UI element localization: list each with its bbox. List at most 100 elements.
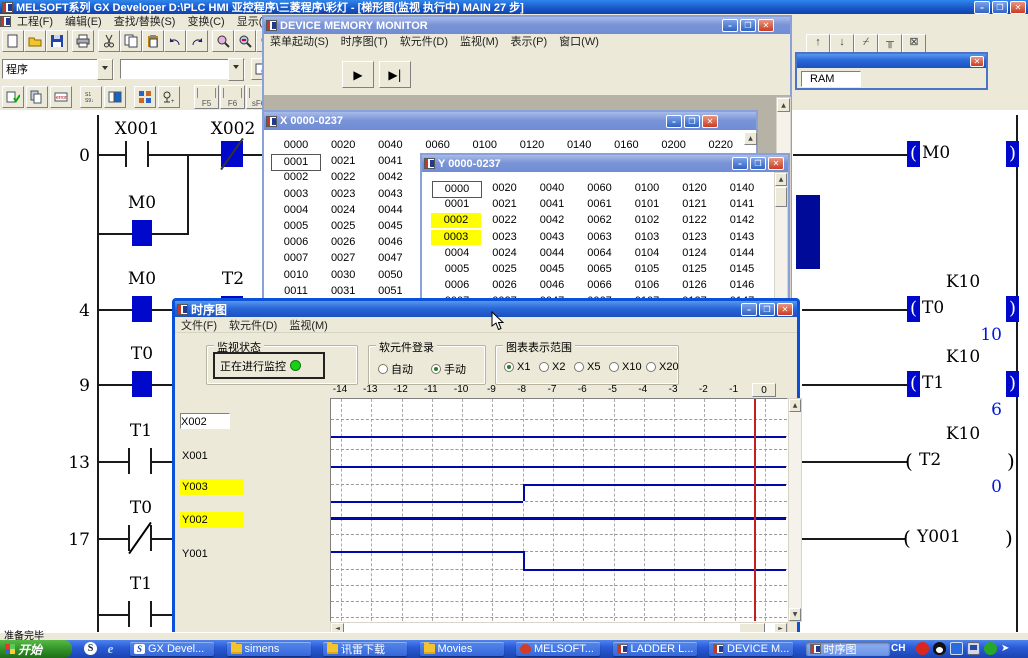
program-check-icon[interactable] [2, 86, 24, 108]
y-device-cell[interactable]: 0161 [767, 197, 775, 212]
x-device-cell[interactable]: 0047 [367, 251, 413, 266]
ladder-symbol-button-open-contact[interactable]: F5 [194, 85, 219, 109]
y-device-cell[interactable]: 0163 [767, 230, 775, 245]
y-device-cell[interactable]: 0003 [431, 230, 481, 245]
new-icon[interactable] [2, 30, 24, 52]
x-device-cell[interactable]: 0060 [415, 138, 461, 153]
close-button[interactable]: ✕ [1010, 1, 1026, 14]
radio-auto[interactable]: 自动 [378, 361, 413, 377]
y-device-cell[interactable]: 0045 [529, 262, 575, 277]
y-device-cell[interactable]: 0022 [482, 213, 528, 228]
y-device-cell[interactable]: 0124 [672, 246, 718, 261]
y-window-titlebar[interactable]: Y 0000-0237 – ❒ ✕ [422, 155, 788, 172]
timing-menu-monitor[interactable]: 监视(M) [283, 316, 334, 334]
scroll-up-icon[interactable]: ▲ [789, 399, 801, 412]
scroll-up-icon[interactable]: ▲ [777, 98, 790, 112]
x-device-cell[interactable]: 0120 [509, 138, 555, 153]
x-device-cell[interactable]: 0042 [367, 170, 413, 185]
y-device-cell[interactable]: 0125 [672, 262, 718, 277]
x-device-cell[interactable]: 0010 [273, 268, 319, 283]
minimize-button[interactable]: – [732, 157, 748, 170]
maximize-button[interactable]: ❒ [992, 1, 1008, 14]
y-device-cell[interactable]: 0060 [577, 181, 623, 196]
maximize-button[interactable]: ❒ [740, 19, 756, 32]
signal-label[interactable]: Y001 [182, 546, 208, 562]
y-device-cell[interactable]: 0142 [719, 213, 765, 228]
device-test-icon[interactable]: + [158, 86, 180, 108]
find-instruction-icon[interactable] [234, 30, 256, 52]
y-device-cell[interactable]: 0103 [624, 230, 670, 245]
open-folder-icon[interactable] [24, 30, 46, 52]
y-device-cell[interactable]: 0004 [434, 246, 480, 261]
taskbar-button-1[interactable]: SGX Devel... [130, 642, 214, 656]
y-device-cell[interactable]: 0040 [529, 181, 575, 196]
maximize-button[interactable]: ❒ [684, 115, 700, 128]
paste-icon[interactable] [142, 30, 164, 52]
radio-x5[interactable]: X5 [574, 361, 600, 373]
y-device-cell[interactable]: 0122 [672, 213, 718, 228]
x-device-cell[interactable]: 0220 [698, 138, 744, 153]
scroll-down-icon[interactable]: ▼ [789, 608, 801, 621]
tray-pointer-icon[interactable]: ➤ [1001, 642, 1014, 655]
x-device-cell[interactable]: 0040 [367, 138, 413, 153]
chevron-down-icon[interactable] [97, 59, 113, 80]
radio-x1[interactable]: X1 [504, 361, 530, 373]
y-device-cell[interactable]: 0166 [767, 278, 775, 293]
close-button[interactable]: ✕ [702, 115, 718, 128]
timing-plot[interactable] [330, 398, 788, 622]
mdi-child-icon[interactable] [0, 16, 11, 27]
x-device-cell[interactable]: 0041 [367, 154, 413, 169]
quick-launch-ie-icon[interactable]: e [104, 642, 117, 655]
y-device-cell[interactable]: 0165 [767, 262, 775, 277]
x-device-cell[interactable]: 0046 [367, 235, 413, 250]
y-device-cell[interactable]: 0065 [577, 262, 623, 277]
x-device-cell[interactable]: 0025 [320, 219, 366, 234]
minimize-button[interactable]: – [974, 1, 990, 14]
x-device-cell[interactable]: 0024 [320, 203, 366, 218]
x-device-cell[interactable]: 0044 [367, 203, 413, 218]
undo-icon[interactable] [164, 30, 186, 52]
x-device-cell[interactable]: 0003 [273, 187, 319, 202]
program-combo[interactable]: 程序 [2, 59, 114, 79]
find-device-icon[interactable] [212, 30, 234, 52]
y-device-cell[interactable]: 0043 [529, 230, 575, 245]
y-device-cell[interactable]: 0102 [624, 213, 670, 228]
y-device-cell[interactable]: 0101 [624, 197, 670, 212]
tray-network-icon[interactable] [950, 642, 963, 655]
signal-label-highlighted[interactable]: Y003 [180, 479, 244, 495]
taskbar-button-8[interactable]: 时序图 [806, 642, 890, 656]
copy-icon[interactable] [120, 30, 142, 52]
monitor-step-button[interactable]: ▶| [379, 61, 411, 88]
redo-icon[interactable] [186, 30, 208, 52]
timing-menu-file[interactable]: 文件(F) [175, 316, 223, 334]
y-device-cell[interactable]: 0162 [767, 213, 775, 228]
y-device-cell[interactable]: 0145 [719, 262, 765, 277]
monitor-grid-icon[interactable] [134, 86, 156, 108]
x-device-cell[interactable]: 0005 [273, 219, 319, 234]
y-device-cell[interactable]: 0160 [767, 181, 775, 196]
y-device-cell[interactable]: 0140 [719, 181, 765, 196]
close-icon[interactable]: ✕ [970, 56, 984, 67]
start-button[interactable]: 开始 [0, 640, 72, 658]
y-device-cell[interactable]: 0121 [672, 197, 718, 212]
radio-x10[interactable]: X10 [609, 361, 642, 373]
y-device-cell[interactable]: 0106 [624, 278, 670, 293]
tray-green-icon[interactable] [984, 642, 997, 655]
signal-input-field[interactable]: X002 [180, 413, 230, 429]
radio-x20[interactable]: X20 [646, 361, 679, 373]
memory-target-field[interactable]: RAM [801, 71, 861, 87]
tray-monitor-icon[interactable] [967, 642, 980, 655]
x-device-cell[interactable]: 0027 [320, 251, 366, 266]
y-device-cell[interactable]: 0044 [529, 246, 575, 261]
y-device-cell[interactable]: 0143 [719, 230, 765, 245]
x-device-cell[interactable]: 0043 [367, 187, 413, 202]
signal-label[interactable]: X001 [182, 448, 208, 464]
x-device-cell[interactable]: 0160 [603, 138, 649, 153]
taskbar-button-6[interactable]: LADDER L... [613, 642, 697, 656]
x-device-cell[interactable]: 0100 [462, 138, 508, 153]
program-batch-icon[interactable] [26, 86, 48, 108]
y-device-cell[interactable]: 0063 [577, 230, 623, 245]
close-button[interactable]: ✕ [758, 19, 774, 32]
cut-icon[interactable] [98, 30, 120, 52]
taskbar-button-4[interactable]: Movies [420, 642, 504, 656]
